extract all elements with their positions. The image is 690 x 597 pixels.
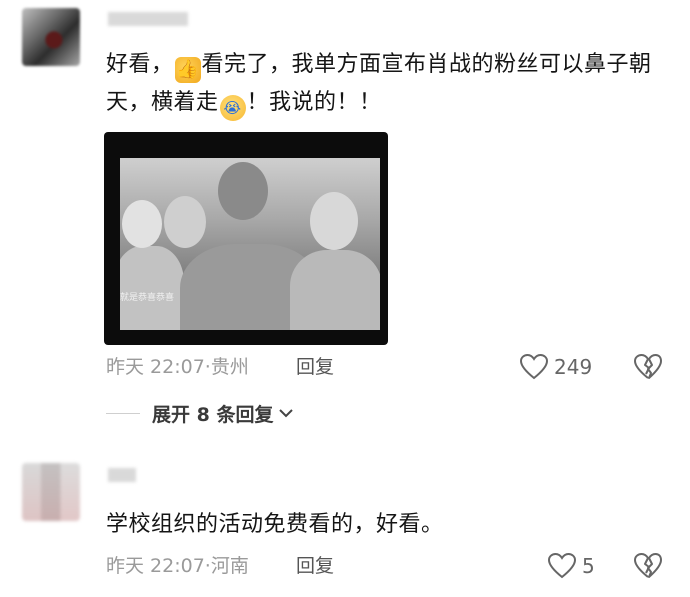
location: 贵州	[210, 356, 249, 378]
dislike-button[interactable]	[634, 552, 662, 580]
chevron-down-icon	[279, 409, 294, 418]
expand-replies-label: 展开 8 条回复	[152, 403, 274, 426]
image-subtitle: 就是恭喜恭喜	[120, 293, 175, 303]
movie-still	[120, 158, 380, 330]
comment-text: 好看， 👍 看完了，我单方面宣布肖战的粉丝可以鼻子朝天，横着走 😭 ！我说的！！	[106, 46, 654, 122]
like-button[interactable]: 5	[548, 551, 595, 581]
divider-line	[106, 412, 140, 414]
location: 河南	[210, 555, 249, 577]
like-button[interactable]: 249	[520, 352, 592, 382]
comment-meta: 昨天 22:07·贵州	[106, 356, 249, 378]
username-blurred[interactable]	[108, 12, 188, 26]
avatar[interactable]	[22, 8, 80, 66]
timestamp: 昨天 22:07	[106, 356, 205, 378]
comment-text: 学校组织的活动免费看的，好看。	[106, 512, 444, 537]
like-count: 249	[554, 355, 593, 379]
broken-heart-icon	[634, 553, 662, 578]
timestamp: 昨天 22:07	[106, 555, 205, 577]
expand-replies-button[interactable]: 展开 8 条回复	[106, 398, 294, 428]
heart-outline-icon	[520, 354, 548, 380]
dislike-button[interactable]	[634, 353, 662, 381]
like-count: 5	[582, 554, 595, 578]
reply-button[interactable]: 回复	[296, 352, 334, 382]
reply-button[interactable]: 回复	[296, 551, 334, 581]
heart-outline-icon	[548, 553, 576, 579]
thumbs-up-emoji-icon: 👍	[174, 57, 201, 83]
crying-face-emoji-icon: 😭	[219, 95, 246, 121]
broken-heart-icon	[634, 354, 662, 379]
avatar[interactable]	[22, 463, 80, 521]
comment-image[interactable]: 就是恭喜恭喜	[104, 132, 388, 345]
comment-meta: 昨天 22:07·河南	[106, 555, 249, 577]
username-blurred[interactable]	[108, 468, 136, 482]
